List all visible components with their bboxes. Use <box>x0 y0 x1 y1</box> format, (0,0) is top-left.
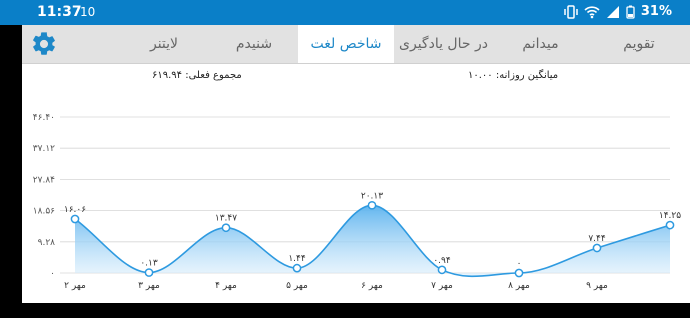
tab-bar: تقویم میدانم در حال یادگیری شاخص لغت شنی… <box>22 25 690 64</box>
x-tick-label: ۳ مهر <box>138 281 160 291</box>
battery-icon <box>626 5 635 19</box>
tab-leitner[interactable]: لایتنر <box>118 25 210 63</box>
status-bar: 11:37 10 31% <box>0 0 690 25</box>
data-value-label: ۱۶.۰۶ <box>64 205 86 215</box>
x-tick-label: ۹ مهر <box>586 281 608 291</box>
nav-bar <box>0 303 690 318</box>
x-tick-label: ۷ مهر <box>431 281 453 291</box>
x-tick-label: ۵ مهر <box>286 281 308 291</box>
y-tick-label: ۰ <box>50 269 55 279</box>
data-value-label: ۰.۹۴ <box>433 256 451 266</box>
data-point <box>144 268 154 277</box>
x-tick-label: ۸ مهر <box>508 281 530 291</box>
daily-average: میانگین روزانه: ۱۰.۰۰ <box>468 70 559 81</box>
status-time: 11:37 <box>37 4 82 20</box>
tab-word-index[interactable]: شاخص لغت <box>298 25 394 63</box>
y-tick-label: ۲۷.۸۴ <box>33 175 55 185</box>
y-tick-label: ۳۷.۱۲ <box>33 144 55 154</box>
x-tick-label: ۴ مهر <box>215 281 237 291</box>
data-value-label: ۰ <box>517 259 522 269</box>
data-value-label: ۲۰.۱۳ <box>361 191 383 201</box>
settings-gear-icon[interactable] <box>30 30 58 58</box>
data-point <box>592 243 602 253</box>
word-index-chart: ۰ ۹.۲۸ ۱۸.۵۶ ۲۷.۸۴ ۳۷.۱۲ ۴۶.۴۰ ۱۶.۰۶ ۲ مهر ۰.۱۳… <box>33 113 681 291</box>
data-point <box>70 214 80 224</box>
data-point <box>292 263 302 273</box>
data-value-label: ۱.۴۴ <box>288 254 306 264</box>
y-tick-label: ۱۸.۵۶ <box>33 207 55 217</box>
data-value-label: ۱۴.۲۵ <box>659 211 681 221</box>
y-tick-label: ۹.۲۸ <box>38 238 56 248</box>
status-icons: 31% <box>564 4 672 19</box>
tab-known[interactable]: میدانم <box>493 25 588 63</box>
signal-icon <box>606 5 619 18</box>
chart-area <box>75 205 670 277</box>
wifi-icon <box>584 5 600 18</box>
current-total: مجموع فعلی: ۶۱۹.۹۴ <box>152 70 242 81</box>
data-point <box>665 220 675 230</box>
vibrate-icon <box>564 4 578 19</box>
data-point <box>367 200 377 210</box>
tab-calendar[interactable]: تقویم <box>588 25 690 63</box>
x-tick-label: ۲ مهر <box>64 281 86 291</box>
data-point <box>221 223 231 233</box>
data-point <box>437 265 447 275</box>
data-value-label: ۱۳.۴۷ <box>215 214 237 224</box>
data-value-label: ۷.۴۴ <box>588 234 606 244</box>
notification-count: 10 <box>80 5 96 19</box>
tab-heard[interactable]: شنیدم <box>210 25 298 63</box>
tab-learning[interactable]: در حال یادگیری <box>394 25 493 63</box>
data-value-label: ۰.۱۳ <box>140 259 158 269</box>
app-window: تقویم میدانم در حال یادگیری شاخص لغت شنی… <box>22 25 690 303</box>
data-point <box>514 268 524 278</box>
x-tick-label: ۶ مهر <box>361 281 383 291</box>
battery-percent: 31% <box>640 4 672 19</box>
y-tick-label: ۴۶.۴۰ <box>33 113 55 123</box>
